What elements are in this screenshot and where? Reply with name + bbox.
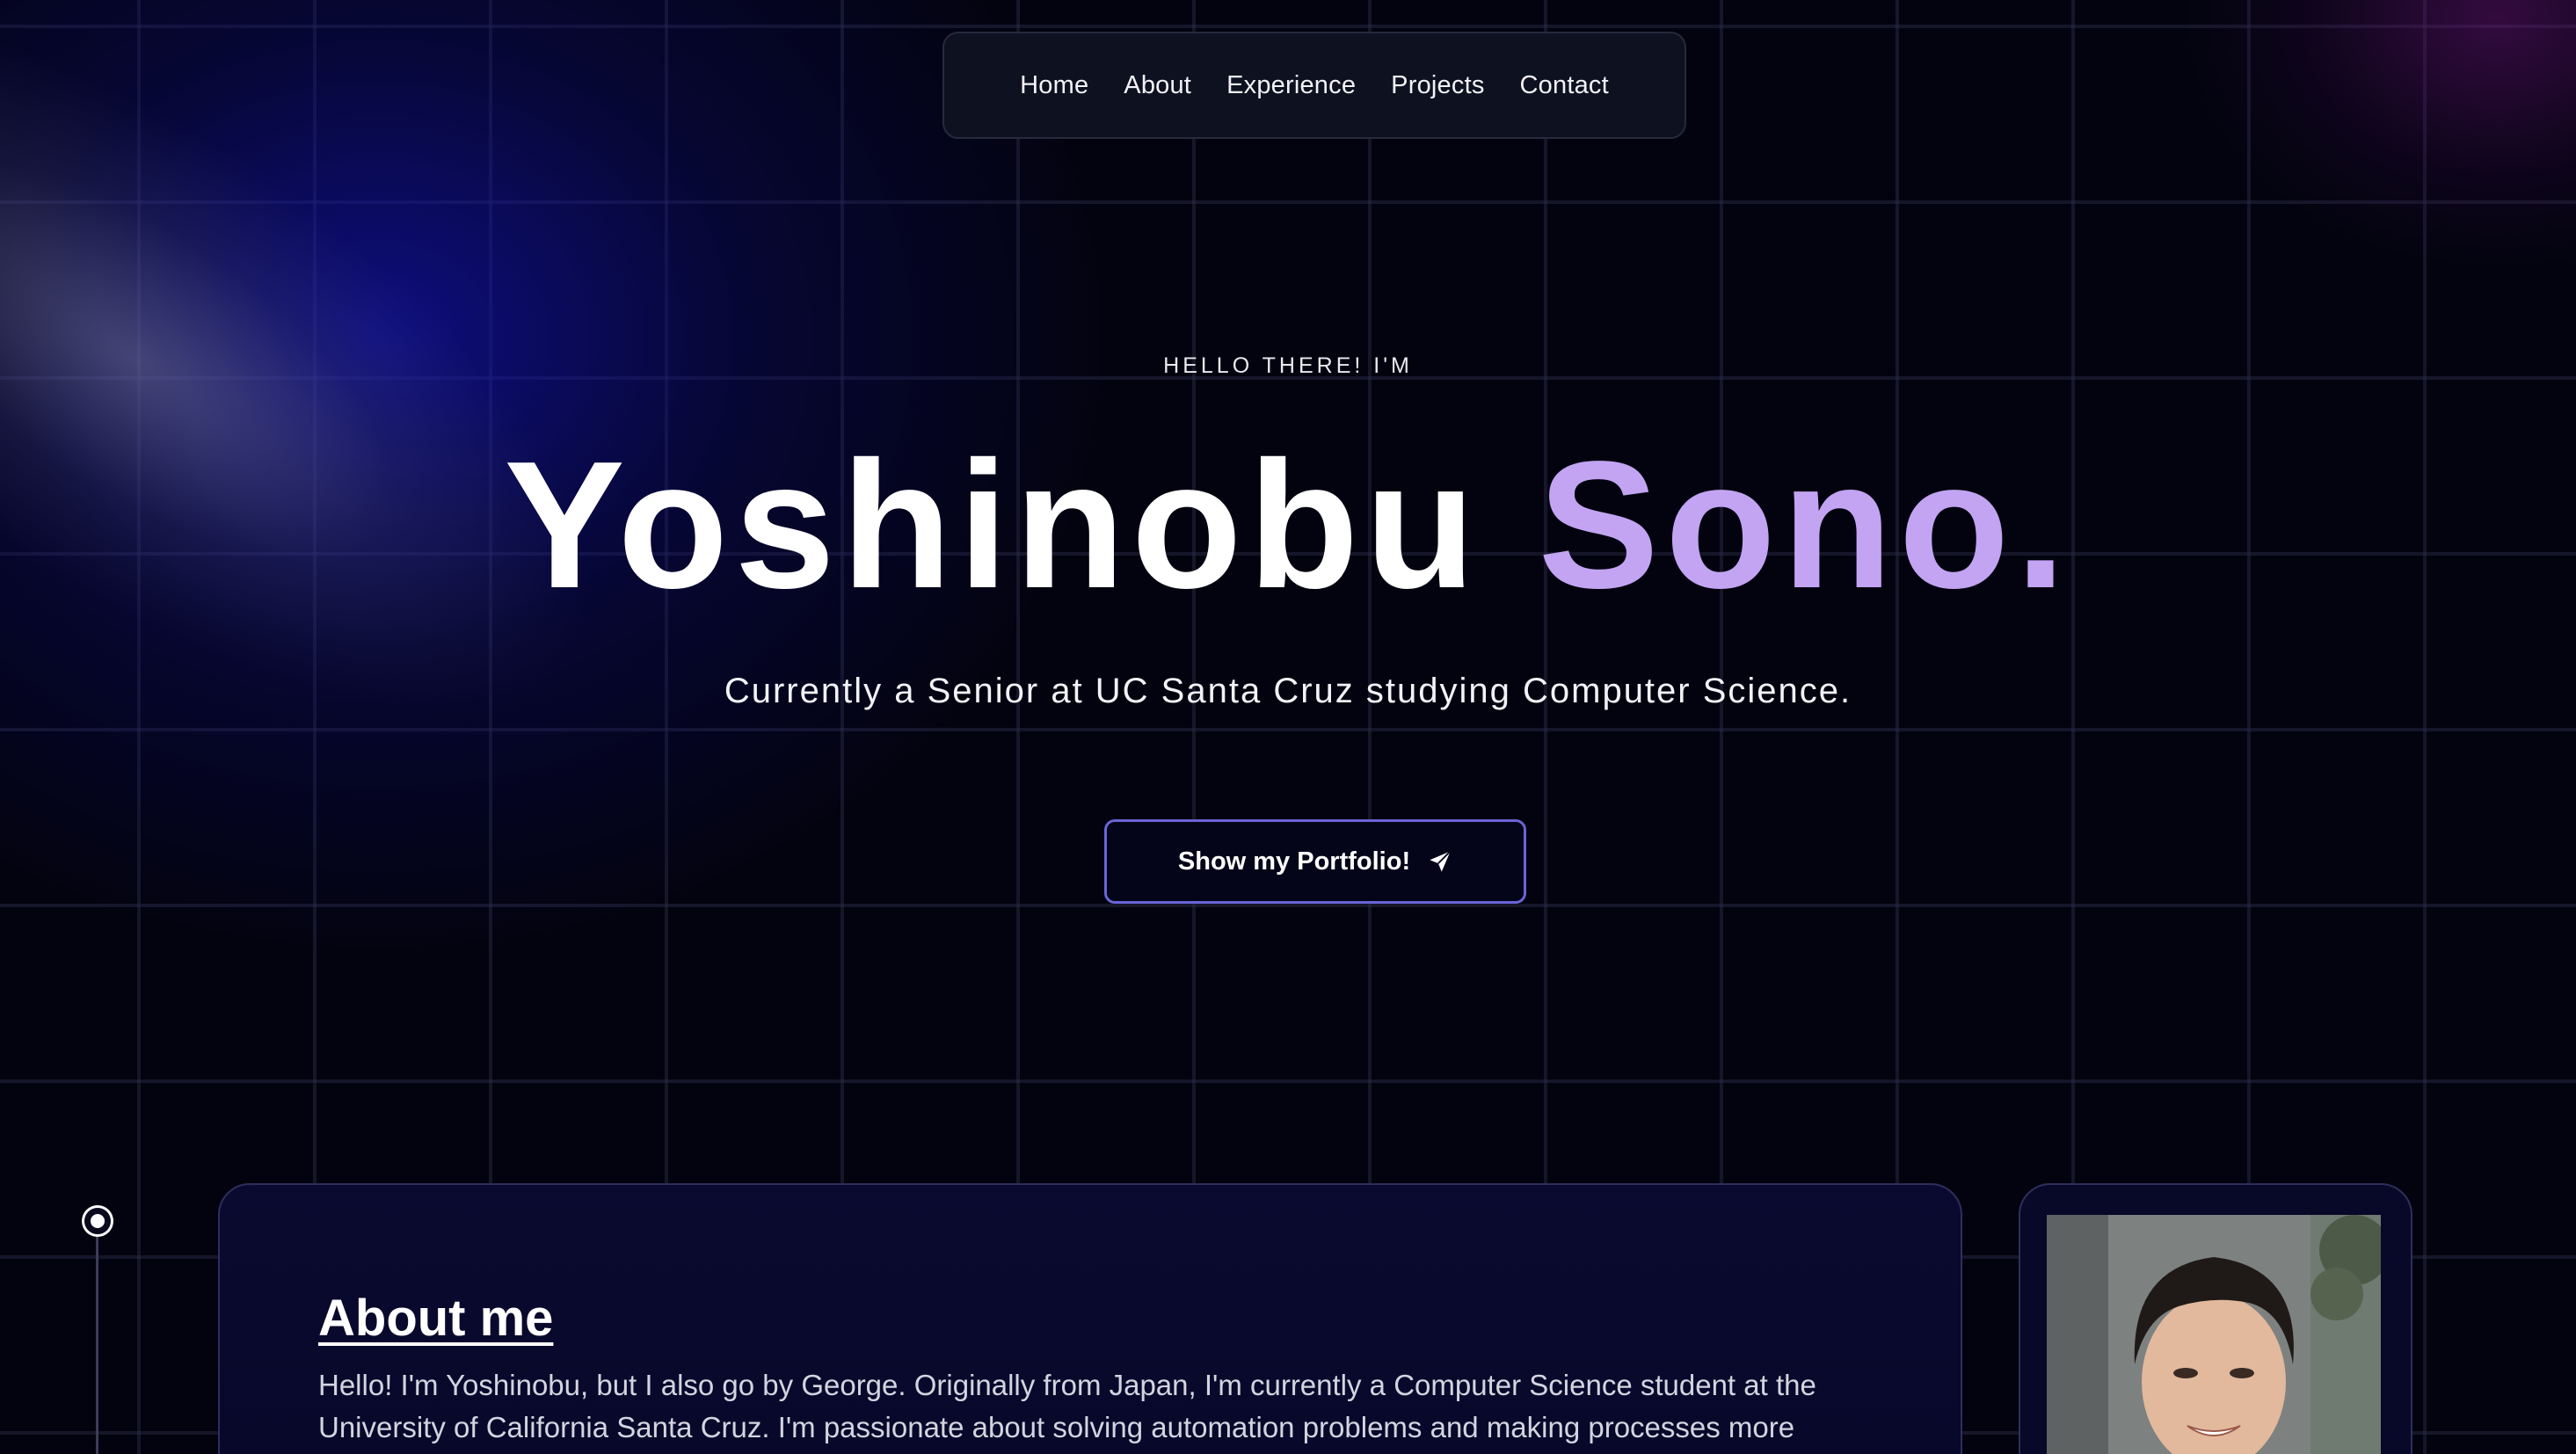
photo-card <box>2019 1183 2412 1454</box>
about-card: About me Hello! I'm Yoshinobu, but I als… <box>218 1183 1962 1454</box>
nav-contact-link[interactable]: Contact <box>1520 71 1609 100</box>
about-heading: About me <box>318 1290 554 1347</box>
nav-projects-link[interactable]: Projects <box>1391 71 1484 100</box>
hero-eyebrow: HELLO THERE! I'M <box>1163 353 1413 378</box>
send-icon <box>1428 849 1452 874</box>
show-portfolio-label: Show my Portfolio! <box>1177 847 1411 876</box>
hero-first-name: Yoshinobu <box>504 424 1482 626</box>
page: Home About Experience Projects Contact H… <box>0 0 2576 1454</box>
nav-home-link[interactable]: Home <box>1020 71 1088 100</box>
hero-subtitle: Currently a Senior at UC Santa Cruz stud… <box>724 672 1852 710</box>
nav-about-link[interactable]: About <box>1124 71 1191 100</box>
timeline-line <box>96 1234 98 1454</box>
show-portfolio-button[interactable]: Show my Portfolio! <box>1104 819 1526 904</box>
hero-last-name: Sono. <box>1538 424 2072 626</box>
timeline-dot <box>84 1208 111 1234</box>
profile-photo <box>2047 1215 2381 1454</box>
navbar: Home About Experience Projects Contact <box>942 32 1686 139</box>
hero-title: Yoshinobu Sono. <box>0 434 2576 615</box>
about-text: Hello! I'm Yoshinobu, but I also go by G… <box>318 1369 1816 1454</box>
nav-experience-link[interactable]: Experience <box>1226 71 1356 100</box>
